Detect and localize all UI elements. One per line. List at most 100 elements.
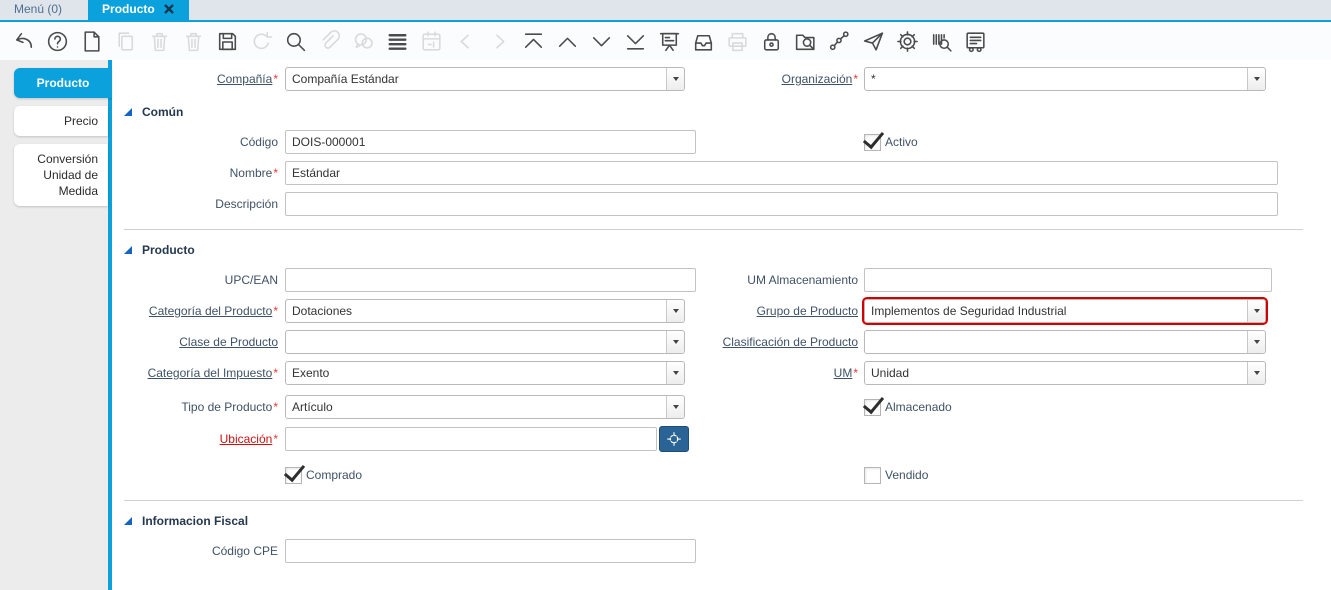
codigo-cpe-input[interactable] bbox=[285, 539, 696, 563]
chevron-down-icon[interactable] bbox=[1247, 300, 1265, 322]
um-value: Unidad bbox=[871, 366, 910, 380]
categoria-producto-value: Dotaciones bbox=[292, 304, 353, 318]
um-almacenamiento-input[interactable] bbox=[864, 268, 1272, 292]
help-icon[interactable] bbox=[45, 29, 70, 54]
section-comun-title: Común bbox=[142, 105, 184, 119]
report-list-icon[interactable] bbox=[963, 29, 988, 54]
undo-icon[interactable] bbox=[11, 29, 36, 54]
activo-checkbox[interactable] bbox=[864, 133, 881, 151]
comprado-checkbox[interactable] bbox=[285, 466, 302, 484]
section-divider bbox=[124, 229, 1303, 230]
almacenado-label: Almacenado bbox=[885, 400, 952, 414]
grupo-producto-label[interactable]: Grupo de Producto bbox=[757, 304, 858, 318]
clase-producto-select[interactable] bbox=[285, 330, 685, 354]
required-marker: * bbox=[273, 72, 278, 86]
sidebar-accent-strip bbox=[108, 60, 112, 590]
zoom-across-icon[interactable] bbox=[793, 29, 818, 54]
copy-record-icon bbox=[113, 29, 138, 54]
ubicacion-label[interactable]: Ubicación bbox=[220, 432, 273, 446]
um-label[interactable]: UM bbox=[834, 366, 853, 380]
chevron-down-icon[interactable] bbox=[666, 396, 684, 418]
delete-selection-icon bbox=[181, 29, 206, 54]
section-comun: Común bbox=[124, 104, 1331, 120]
categoria-producto-select[interactable]: Dotaciones bbox=[285, 299, 685, 323]
lock-icon[interactable] bbox=[759, 29, 784, 54]
locator-button[interactable] bbox=[659, 426, 689, 452]
grupo-producto-value: Implementos de Seguridad Industrial bbox=[871, 304, 1067, 318]
chevron-down-icon[interactable] bbox=[666, 300, 684, 322]
product-form: Compañía* Compañía Estándar Organización… bbox=[112, 60, 1331, 590]
new-record-icon[interactable] bbox=[79, 29, 104, 54]
required-marker: * bbox=[853, 72, 858, 86]
organizacion-label[interactable]: Organización bbox=[782, 72, 853, 86]
almacenado-checkbox[interactable] bbox=[864, 398, 881, 416]
previous-record-icon[interactable] bbox=[555, 29, 580, 54]
codigo-label: Código bbox=[239, 135, 278, 149]
clasificacion-producto-select[interactable] bbox=[864, 330, 1266, 354]
required-marker: * bbox=[273, 166, 278, 180]
chevron-down-icon[interactable] bbox=[666, 331, 684, 353]
tipo-producto-label: Tipo de Producto bbox=[181, 400, 273, 414]
grupo-producto-select[interactable]: Implementos de Seguridad Industrial bbox=[862, 297, 1268, 325]
attachment-icon bbox=[317, 29, 342, 54]
requests-icon[interactable] bbox=[861, 29, 886, 54]
clasificacion-producto-label[interactable]: Clasificación de Producto bbox=[723, 335, 858, 349]
um-select[interactable]: Unidad bbox=[864, 361, 1266, 385]
codigo-input[interactable] bbox=[285, 130, 696, 154]
categoria-impuesto-label[interactable]: Categoría del Impuesto bbox=[148, 366, 273, 380]
collapse-triangle-icon[interactable] bbox=[124, 246, 132, 254]
last-record-icon[interactable] bbox=[623, 29, 648, 54]
ubicacion-input[interactable] bbox=[285, 427, 657, 451]
upc-input[interactable] bbox=[285, 268, 696, 292]
tab-menu[interactable]: Menú (0) bbox=[0, 0, 76, 20]
descripcion-label: Descripción bbox=[215, 197, 278, 211]
organizacion-value: * bbox=[871, 72, 876, 86]
section-producto-title: Producto bbox=[142, 243, 195, 257]
codigo-cpe-label: Código CPE bbox=[211, 544, 278, 558]
sidebar-tab-producto[interactable]: Producto bbox=[14, 68, 112, 98]
categoria-producto-label[interactable]: Categoría del Producto bbox=[149, 304, 272, 318]
collapse-triangle-icon[interactable] bbox=[124, 517, 132, 525]
compania-value: Compañía Estándar bbox=[292, 72, 399, 86]
calendar-icon bbox=[419, 29, 444, 54]
first-record-icon[interactable] bbox=[521, 29, 546, 54]
grid-toggle-icon[interactable] bbox=[385, 29, 410, 54]
report-icon[interactable] bbox=[657, 29, 682, 54]
section-fiscal-title: Informacion Fiscal bbox=[142, 514, 249, 528]
vendido-label: Vendido bbox=[885, 468, 929, 482]
close-icon[interactable] bbox=[163, 3, 175, 15]
tipo-producto-select[interactable]: Artículo bbox=[285, 395, 685, 419]
categoria-impuesto-select[interactable]: Exento bbox=[285, 361, 685, 385]
chevron-down-icon[interactable] bbox=[1247, 68, 1265, 90]
nombre-input[interactable] bbox=[285, 161, 1278, 185]
sidebar-tab-precio[interactable]: Precio bbox=[14, 106, 108, 136]
tab-producto[interactable]: Producto bbox=[88, 0, 189, 20]
collapse-triangle-icon[interactable] bbox=[124, 108, 132, 116]
sidebar-tab-conversion[interactable]: Conversión Unidad de Medida bbox=[14, 144, 108, 206]
product-info-icon[interactable] bbox=[929, 29, 954, 54]
compania-select[interactable]: Compañía Estándar bbox=[285, 67, 685, 91]
preferences-icon[interactable] bbox=[895, 29, 920, 54]
window-tab-bar: Menú (0) Producto bbox=[0, 0, 1331, 22]
vendido-checkbox[interactable] bbox=[864, 466, 881, 484]
chevron-down-icon[interactable] bbox=[666, 68, 684, 90]
activo-label: Activo bbox=[885, 135, 918, 149]
tab-menu-label: Menú (0) bbox=[14, 2, 63, 16]
workflow-icon[interactable] bbox=[827, 29, 852, 54]
chevron-down-icon[interactable] bbox=[1247, 331, 1265, 353]
parent-record-icon bbox=[453, 29, 478, 54]
delete-record-icon bbox=[147, 29, 172, 54]
next-record-icon[interactable] bbox=[589, 29, 614, 54]
save-icon[interactable] bbox=[215, 29, 240, 54]
print-icon bbox=[725, 29, 750, 54]
chevron-down-icon[interactable] bbox=[666, 362, 684, 384]
organizacion-select[interactable]: * bbox=[864, 67, 1266, 91]
descripcion-input[interactable] bbox=[285, 192, 1278, 216]
clase-producto-label[interactable]: Clase de Producto bbox=[179, 335, 278, 349]
find-icon[interactable] bbox=[283, 29, 308, 54]
archive-icon[interactable] bbox=[691, 29, 716, 54]
chevron-down-icon[interactable] bbox=[1247, 362, 1265, 384]
compania-label[interactable]: Compañía bbox=[217, 72, 272, 86]
required-marker: * bbox=[273, 304, 278, 318]
upc-label: UPC/EAN bbox=[224, 273, 278, 287]
